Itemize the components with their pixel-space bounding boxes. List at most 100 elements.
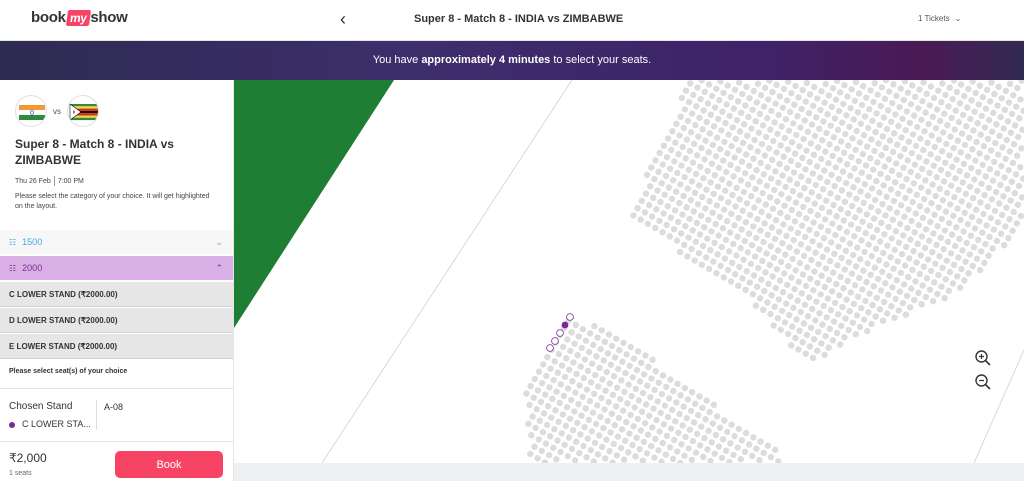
seat[interactable]: [725, 131, 732, 138]
seat[interactable]: [925, 188, 932, 195]
seat[interactable]: [710, 123, 718, 130]
seat[interactable]: [971, 176, 978, 183]
seat[interactable]: [909, 266, 916, 273]
seat[interactable]: [594, 402, 601, 409]
seat[interactable]: [531, 375, 538, 383]
seat[interactable]: [745, 113, 752, 121]
seat[interactable]: [859, 286, 866, 293]
seat[interactable]: [957, 149, 964, 156]
seat[interactable]: [568, 396, 575, 404]
seat[interactable]: [660, 142, 668, 149]
seat[interactable]: [600, 357, 607, 364]
seat[interactable]: [687, 407, 695, 415]
seat[interactable]: [769, 273, 776, 280]
seat[interactable]: [842, 247, 849, 254]
seat[interactable]: [732, 271, 739, 278]
seat[interactable]: [683, 415, 690, 422]
seat[interactable]: [566, 415, 574, 422]
seat[interactable]: [570, 359, 577, 366]
seat[interactable]: [690, 208, 697, 215]
seat[interactable]: [864, 327, 871, 335]
seat[interactable]: [924, 256, 932, 263]
seat[interactable]: [993, 237, 1001, 245]
seat[interactable]: [852, 263, 860, 270]
seat[interactable]: [939, 80, 946, 87]
seat[interactable]: [698, 144, 705, 152]
seat[interactable]: [940, 178, 948, 185]
seat[interactable]: [651, 175, 658, 183]
seat[interactable]: [854, 293, 862, 300]
seat[interactable]: [625, 381, 632, 388]
seat[interactable]: [653, 206, 660, 213]
seat[interactable]: [746, 162, 753, 170]
seat[interactable]: [921, 244, 929, 252]
seat[interactable]: [859, 150, 867, 158]
seat[interactable]: [956, 100, 964, 107]
seat[interactable]: [571, 340, 578, 347]
seat[interactable]: [742, 219, 750, 226]
seat[interactable]: [542, 391, 549, 398]
seat[interactable]: [713, 202, 720, 209]
seat[interactable]: [1018, 194, 1024, 201]
seat[interactable]: [589, 409, 597, 416]
seat[interactable]: [891, 179, 899, 186]
seat[interactable]: [990, 109, 997, 117]
seat[interactable]: [592, 420, 600, 428]
seat[interactable]: [915, 154, 923, 161]
seat[interactable]: [605, 399, 612, 406]
seat[interactable]: [835, 107, 843, 115]
seat[interactable]: [978, 248, 985, 255]
seat[interactable]: [804, 196, 811, 203]
seat[interactable]: [690, 419, 698, 426]
seat[interactable]: [802, 350, 809, 357]
seat[interactable]: [599, 376, 606, 383]
seat[interactable]: [866, 222, 874, 230]
seat[interactable]: [645, 363, 652, 371]
seat[interactable]: [829, 220, 836, 227]
seat[interactable]: [846, 240, 854, 247]
seat[interactable]: [708, 92, 716, 100]
seat[interactable]: [569, 427, 577, 434]
seat[interactable]: [905, 273, 912, 281]
seat[interactable]: [742, 286, 749, 294]
seat[interactable]: [706, 408, 713, 416]
seat[interactable]: [576, 449, 583, 457]
seat[interactable]: [1010, 92, 1017, 99]
seat[interactable]: [891, 314, 898, 321]
seat[interactable]: [807, 140, 814, 147]
seat[interactable]: [746, 95, 753, 102]
seat[interactable]: [823, 246, 831, 253]
seat[interactable]: [929, 113, 937, 120]
seat[interactable]: [922, 293, 929, 301]
seat[interactable]: [875, 208, 882, 215]
seat[interactable]: [811, 83, 818, 91]
seat[interactable]: [884, 107, 892, 114]
seat[interactable]: [543, 421, 551, 429]
seat[interactable]: [669, 406, 676, 413]
seat[interactable]: [649, 424, 656, 431]
seat[interactable]: [691, 189, 699, 196]
seat[interactable]: [892, 111, 899, 118]
seat[interactable]: [721, 417, 728, 424]
seat[interactable]: [630, 212, 637, 219]
seat[interactable]: [798, 290, 805, 297]
seat[interactable]: [631, 404, 638, 411]
seat[interactable]: [532, 424, 539, 432]
seat[interactable]: [610, 373, 618, 380]
seat[interactable]: [716, 424, 724, 431]
seat[interactable]: [719, 108, 726, 115]
seat[interactable]: [630, 355, 638, 362]
seat-map[interactable]: [234, 80, 1024, 463]
seat[interactable]: [561, 441, 568, 448]
seat[interactable]: [667, 425, 675, 432]
seat[interactable]: [985, 184, 992, 192]
seat[interactable]: [932, 125, 940, 132]
seat[interactable]: [788, 274, 795, 281]
seat[interactable]: [568, 329, 575, 336]
seat[interactable]: [855, 225, 862, 233]
seat[interactable]: [615, 365, 622, 373]
seat[interactable]: [675, 429, 682, 436]
seat[interactable]: [828, 288, 836, 295]
seat[interactable]: [942, 159, 949, 166]
seat[interactable]: [926, 169, 933, 177]
